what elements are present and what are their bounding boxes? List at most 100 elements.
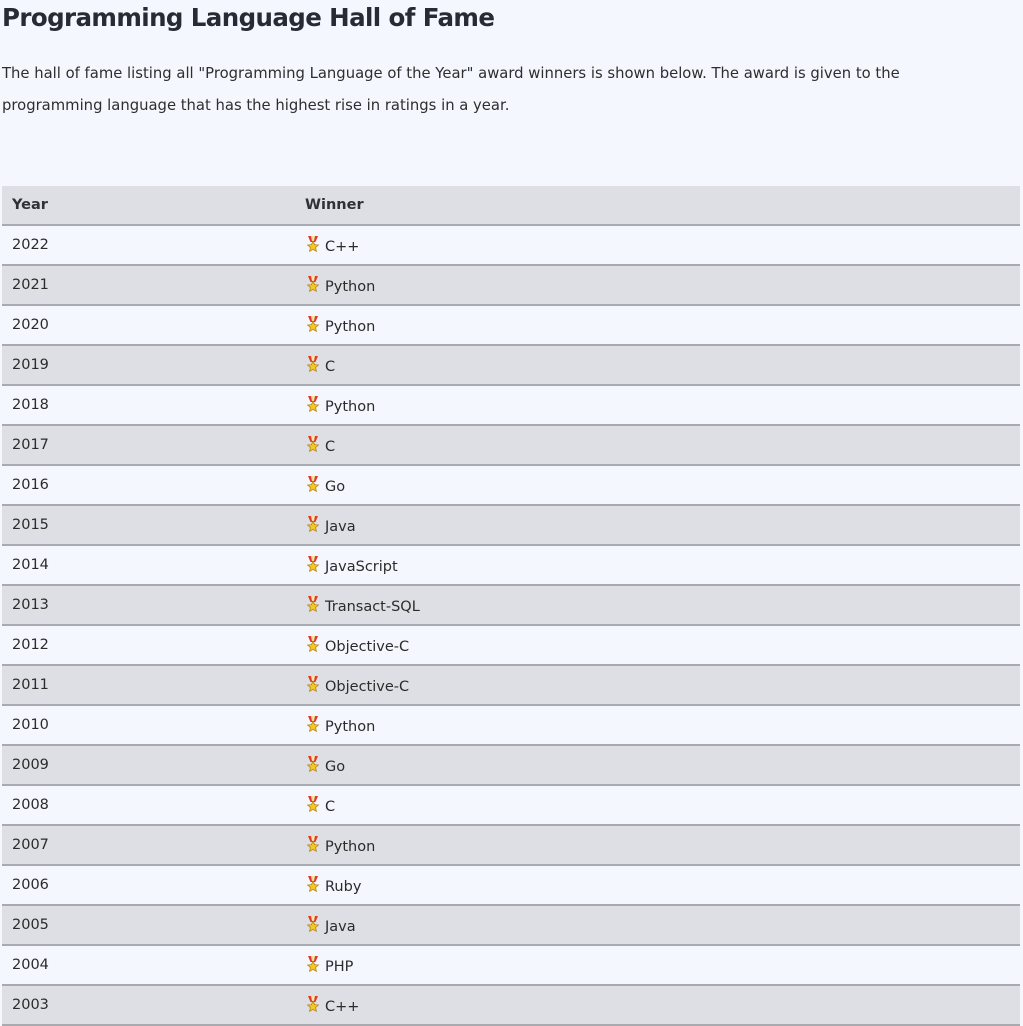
table-row: 2021 Python — [2, 265, 1020, 306]
table-row: 2003 C++ — [2, 985, 1020, 1026]
year-cell: 2011 — [2, 665, 303, 706]
winner-cell: Java — [303, 505, 1020, 546]
table-row: 2016 Go — [2, 465, 1020, 506]
table-row: 2004 PHP — [2, 945, 1020, 986]
table-row: 2015 Java — [2, 505, 1020, 546]
award-medal-icon — [305, 875, 321, 893]
year-cell: 2013 — [2, 585, 303, 626]
award-medal-icon — [305, 835, 321, 853]
winner-name: C++ — [325, 998, 360, 1015]
winner-name: Objective-C — [325, 638, 410, 655]
winner-cell: Python — [303, 305, 1020, 346]
table-row: 2009 Go — [2, 745, 1020, 786]
year-cell: 2014 — [2, 545, 303, 586]
winner-name: Python — [325, 278, 376, 295]
award-medal-icon — [305, 475, 321, 493]
winner-column-header: Winner — [303, 186, 1020, 226]
table-row: 2022 C++ — [2, 225, 1020, 266]
winner-name: Ruby — [325, 878, 362, 895]
table-row: 2014 JavaScript — [2, 545, 1020, 586]
intro-paragraph: The hall of fame listing all "Programmin… — [2, 65, 900, 114]
award-medal-icon — [305, 315, 321, 333]
year-cell: 2015 — [2, 505, 303, 546]
award-medal-icon — [305, 635, 321, 653]
winner-cell: C++ — [303, 985, 1020, 1026]
winner-name: C — [325, 358, 336, 375]
table-row: 2013 Transact-SQL — [2, 585, 1020, 626]
winner-cell: JavaScript — [303, 545, 1020, 586]
winner-name: Python — [325, 718, 376, 735]
winner-cell: Python — [303, 705, 1020, 746]
award-medal-icon — [305, 275, 321, 293]
winner-cell: Go — [303, 465, 1020, 506]
winner-cell: Transact-SQL — [303, 585, 1020, 626]
award-medal-icon — [305, 235, 321, 253]
winner-name: JavaScript — [325, 558, 398, 575]
winner-name: Java — [325, 518, 356, 535]
award-medal-icon — [305, 715, 321, 733]
award-medal-icon — [305, 915, 321, 933]
year-cell: 2018 — [2, 385, 303, 426]
award-medal-icon — [305, 755, 321, 773]
year-cell: 2004 — [2, 945, 303, 986]
winner-name: Objective-C — [325, 678, 410, 695]
winner-name: Python — [325, 838, 376, 855]
year-cell: 2010 — [2, 705, 303, 746]
winner-cell: Go — [303, 745, 1020, 786]
winner-cell: C — [303, 425, 1020, 466]
year-column-header: Year — [2, 186, 303, 226]
award-medal-icon — [305, 595, 321, 613]
year-cell: 2020 — [2, 305, 303, 346]
table-header-row: Year Winner — [2, 186, 1020, 226]
award-medal-icon — [305, 435, 321, 453]
year-cell: 2009 — [2, 745, 303, 786]
winner-name: C++ — [325, 238, 360, 255]
award-medal-icon — [305, 395, 321, 413]
table-row: 2012 Objective-C — [2, 625, 1020, 666]
year-cell: 2021 — [2, 265, 303, 306]
table-row: 2008 C — [2, 785, 1020, 826]
year-cell: 2012 — [2, 625, 303, 666]
year-cell: 2007 — [2, 825, 303, 866]
winner-name: C — [325, 438, 336, 455]
winner-cell: Objective-C — [303, 665, 1020, 706]
winner-cell: Ruby — [303, 865, 1020, 906]
winner-cell: C++ — [303, 225, 1020, 266]
winner-cell: Python — [303, 385, 1020, 426]
table-row: 2007 Python — [2, 825, 1020, 866]
winner-cell: Java — [303, 905, 1020, 946]
winner-name: Transact-SQL — [325, 598, 420, 615]
winner-cell: C — [303, 785, 1020, 826]
table-body: 2022 C++ 2021 Python 2020 Python 2019 C 2018 Pyth… — [2, 225, 1020, 1026]
table-row: 2018 Python — [2, 385, 1020, 426]
year-cell: 2016 — [2, 465, 303, 506]
award-medal-icon — [305, 555, 321, 573]
winner-name: Python — [325, 398, 376, 415]
table-row: 2020 Python — [2, 305, 1020, 346]
year-cell: 2019 — [2, 345, 303, 386]
year-cell: 2008 — [2, 785, 303, 826]
winner-name: PHP — [325, 958, 354, 975]
year-cell: 2022 — [2, 225, 303, 266]
award-medal-icon — [305, 515, 321, 533]
winner-name: Go — [325, 758, 346, 775]
winner-cell: Python — [303, 825, 1020, 866]
winner-cell: Objective-C — [303, 625, 1020, 666]
winner-name: Python — [325, 318, 376, 335]
winner-cell: Python — [303, 265, 1020, 306]
hall-of-fame-table: Year Winner 2022 C++ 2021 Python 2020 Python 2… — [2, 186, 1020, 1026]
winner-cell: PHP — [303, 945, 1020, 986]
winner-name: Go — [325, 478, 346, 495]
table-row: 2011 Objective-C — [2, 665, 1020, 706]
winner-name: C — [325, 798, 336, 815]
award-medal-icon — [305, 955, 321, 973]
page-title: Programming Language Hall of Fame — [2, 3, 495, 32]
year-cell: 2005 — [2, 905, 303, 946]
table-row: 2017 C — [2, 425, 1020, 466]
table-row: 2010 Python — [2, 705, 1020, 746]
table-row: 2019 C — [2, 345, 1020, 386]
table-row: 2005 Java — [2, 905, 1020, 946]
year-cell: 2017 — [2, 425, 303, 466]
award-medal-icon — [305, 795, 321, 813]
year-cell: 2006 — [2, 865, 303, 906]
